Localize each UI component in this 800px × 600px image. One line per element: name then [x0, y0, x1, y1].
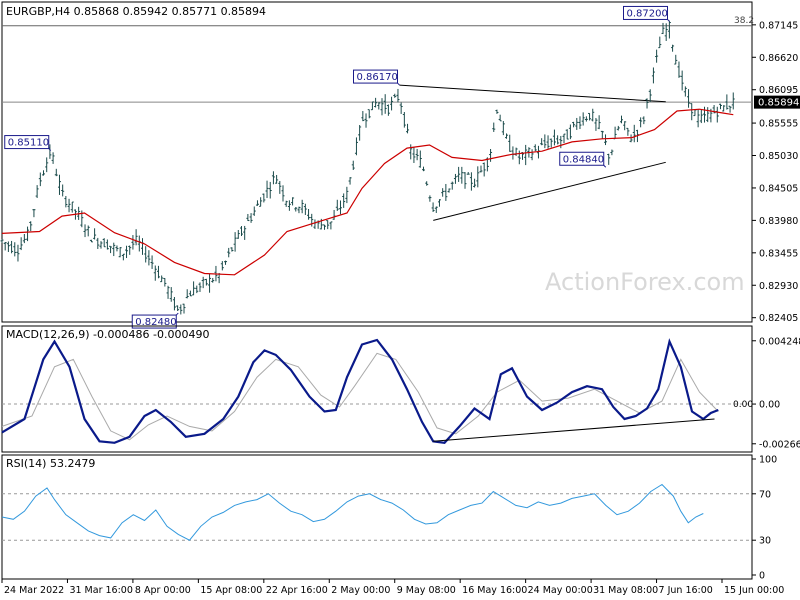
rsi-tick-label: 0 — [759, 571, 765, 582]
eurgbp-chart: EURGBP,H4 0.85868 0.85942 0.85771 0.8589… — [0, 0, 800, 600]
price-tick-label: 0.83455 — [759, 248, 798, 259]
price-tick-label: 0.84505 — [759, 183, 798, 194]
x-tick-label: 31 May 08:00 — [593, 585, 658, 596]
macd-tick-label: 0.00 — [759, 400, 780, 411]
price-header: EURGBP,H4 0.85868 0.85942 0.85771 0.8589… — [6, 5, 266, 18]
current-price-value: 0.85894 — [758, 98, 799, 109]
x-tick-label: 24 May 00:00 — [528, 585, 593, 596]
rsi-tick-label: 70 — [759, 489, 771, 500]
x-tick-label: 22 Apr 16:00 — [266, 585, 328, 596]
x-tick-label: 2 May 00:00 — [331, 585, 390, 596]
macd-zero-inner-label: 0.00 — [733, 400, 753, 410]
macd-tick-label: 0.004248 — [759, 336, 800, 347]
price-tick-label: 0.86095 — [759, 85, 798, 96]
price-tick-label: 0.85030 — [759, 151, 798, 162]
price-annotation-label: 0.85110 — [8, 138, 49, 149]
x-tick-label: 7 Jun 16:00 — [659, 585, 713, 596]
x-tick-label: 8 Apr 00:00 — [135, 585, 191, 596]
price-annotation-label: 0.84840 — [563, 154, 604, 165]
price-annotation-label: 0.86170 — [357, 72, 398, 83]
x-tick-label: 16 May 16:00 — [462, 585, 527, 596]
current-price-tag: 0.85894 — [754, 95, 800, 109]
price-tick-label: 0.82930 — [759, 281, 798, 292]
x-tick-label: 9 May 08:00 — [397, 585, 456, 596]
x-tick-label: 24 Mar 2022 — [4, 585, 64, 596]
fib-382-label: 38.2 — [734, 16, 754, 26]
price-tick-label: 0.83980 — [759, 216, 798, 227]
x-tick-label: 15 Jun 00:00 — [724, 585, 784, 596]
price-tick-label: 0.86620 — [759, 53, 798, 64]
macd-header: MACD(12,26,9) -0.000486 -0.000490 — [6, 328, 209, 341]
x-tick-label: 15 Apr 08:00 — [200, 585, 262, 596]
price-tick-label: 0.87145 — [759, 20, 798, 31]
macd-tick-label: -0.002667 — [759, 439, 800, 450]
rsi-tick-label: 100 — [759, 455, 777, 466]
price-annotation-label: 0.87200 — [627, 8, 668, 19]
x-tick-label: 31 Mar 16:00 — [69, 585, 132, 596]
price-tick-label: 0.85555 — [759, 119, 798, 130]
watermark: ActionForex.com — [545, 268, 745, 296]
rsi-header: RSI(14) 53.2479 — [6, 457, 95, 470]
price-tick-label: 0.82405 — [759, 313, 798, 324]
rsi-tick-label: 30 — [759, 536, 771, 547]
